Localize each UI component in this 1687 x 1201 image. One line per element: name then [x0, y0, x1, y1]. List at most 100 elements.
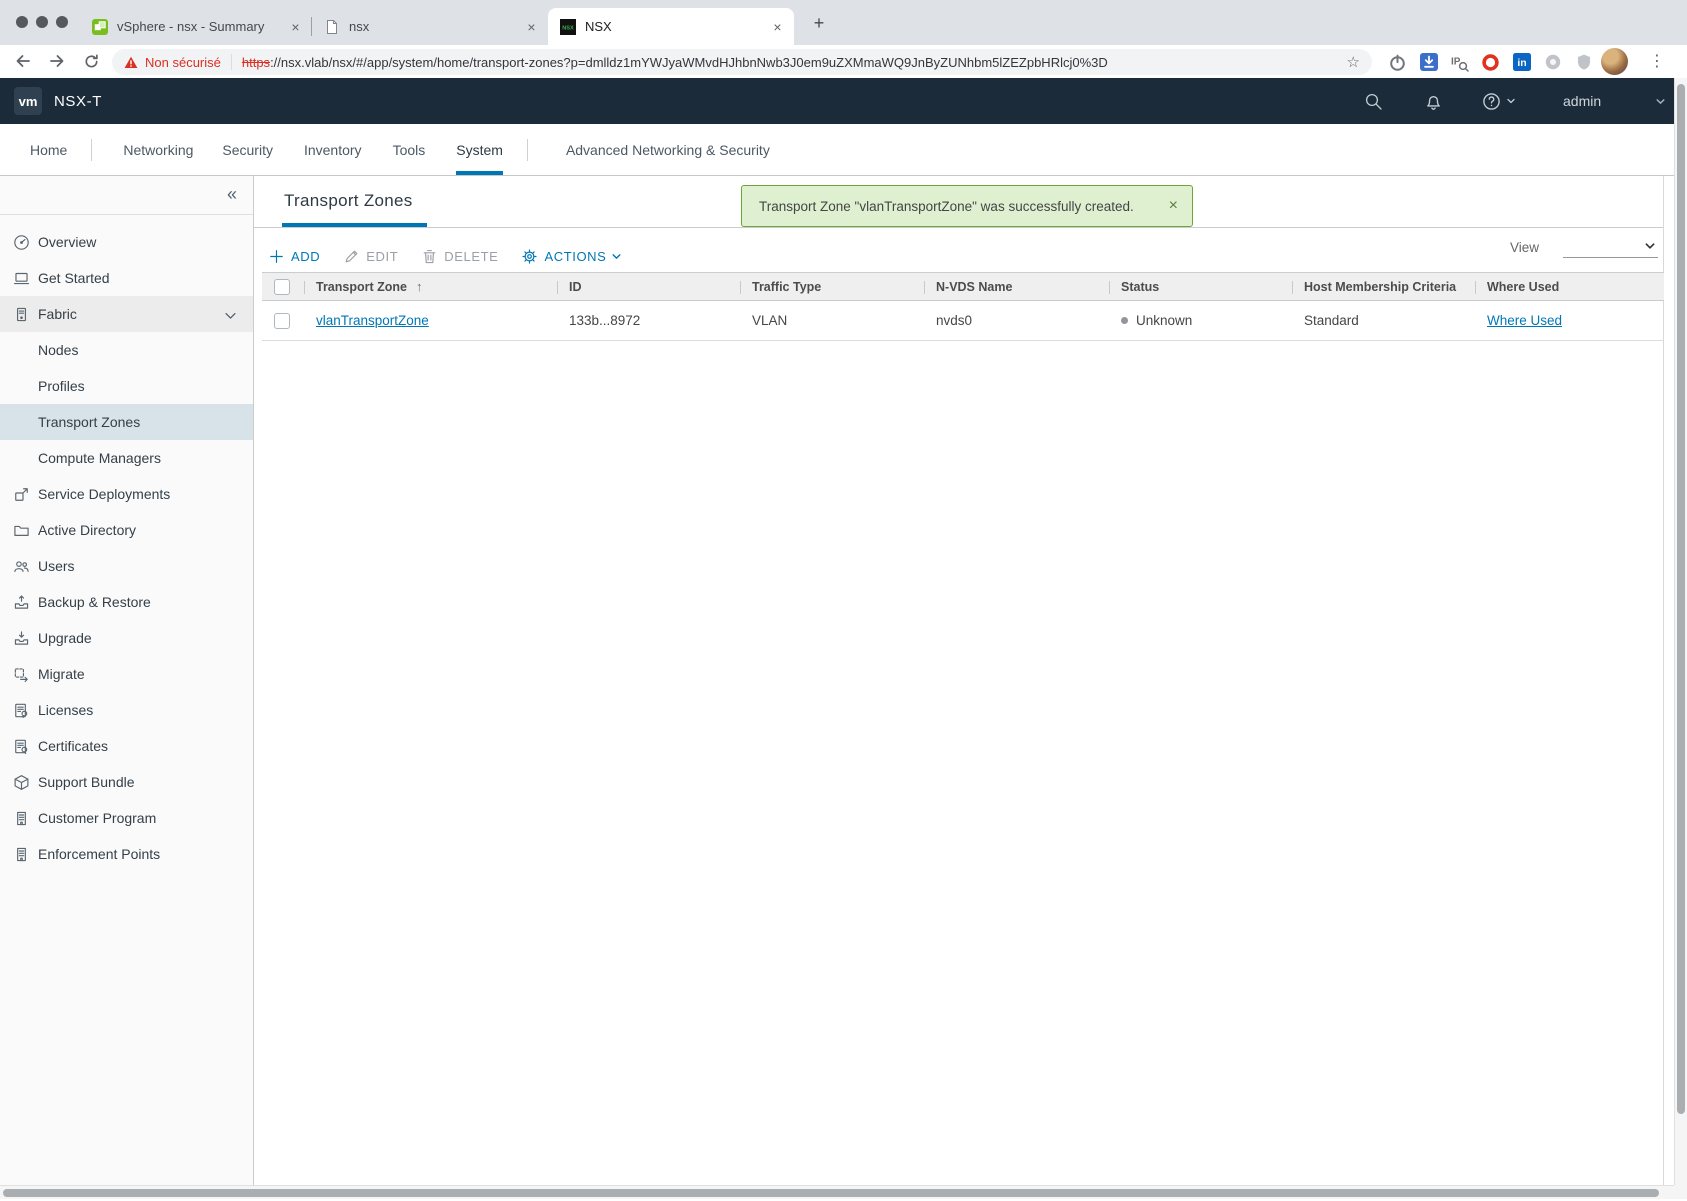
sidebar-item-licenses[interactable]: Licenses [0, 692, 253, 728]
browser-tab[interactable]: nsx× [312, 8, 548, 45]
minimize-button[interactable] [36, 16, 48, 28]
tab-close-icon[interactable]: × [523, 18, 540, 35]
tab-title: NSX [585, 19, 761, 34]
gray-circle-extension-icon[interactable] [1543, 53, 1562, 72]
nav-tab-system[interactable]: System [456, 124, 503, 175]
deployment-icon [13, 486, 30, 503]
forward-icon[interactable] [44, 48, 70, 74]
add-button[interactable]: ADD [268, 248, 320, 265]
column-header-transport-zone[interactable]: Transport Zone↑ [304, 273, 557, 300]
chevron-down-icon [611, 251, 622, 262]
sidebar-item-fabric[interactable]: Fabric [0, 296, 253, 332]
sidebar-item-certificates[interactable]: Certificates [0, 728, 253, 764]
toast-close-icon[interactable]: × [1169, 198, 1178, 214]
sidebar-item-transport-zones[interactable]: Transport Zones [0, 404, 253, 440]
where-used-link[interactable]: Where Used [1487, 313, 1562, 328]
license-icon [13, 702, 30, 719]
gray-shield-extension-icon[interactable] [1574, 53, 1593, 72]
address-bar[interactable]: Non sécurisé https ://nsx.vlab/nsx/#/app… [112, 49, 1372, 75]
nav-tab-networking[interactable]: Networking [123, 124, 193, 175]
help-icon[interactable] [1482, 78, 1516, 124]
cell-value: 133b...8972 [569, 313, 640, 328]
actions-button[interactable]: ACTIONS [521, 248, 622, 265]
table-header-row: Transport Zone↑IDTraffic TypeN-VDS Name S… [262, 272, 1664, 301]
sidebar-item-service-deployments[interactable]: Service Deployments [0, 476, 253, 512]
transport-zone-link[interactable]: vlanTransportZone [316, 313, 429, 328]
table-header-checkbox-cell [262, 273, 304, 300]
sidebar-item-label: Migrate [38, 666, 85, 682]
sidebar-item-upgrade[interactable]: Upgrade [0, 620, 253, 656]
power-extension-icon[interactable] [1388, 53, 1407, 72]
profile-avatar[interactable] [1601, 48, 1628, 75]
zoom-button[interactable] [56, 16, 68, 28]
sidebar-item-profiles[interactable]: Profiles [0, 368, 253, 404]
select-all-checkbox[interactable] [274, 279, 290, 295]
column-header-status[interactable]: Status [1109, 273, 1292, 300]
ip-lookup-extension-icon[interactable]: IP [1450, 53, 1469, 72]
security-warning-label[interactable]: Non sécurisé [145, 55, 221, 70]
close-button[interactable] [16, 16, 28, 28]
sidebar-item-backup-restore[interactable]: Backup & Restore [0, 584, 253, 620]
nav-tab-home[interactable]: Home [30, 124, 67, 175]
tab-close-icon[interactable]: × [287, 18, 304, 35]
browser-tab[interactable]: vSphere - nsx - Summary× [80, 8, 312, 45]
horizontal-scrollbar-thumb[interactable] [3, 1189, 1659, 1197]
chevron-down-icon [1644, 239, 1656, 257]
linkedin-extension-icon[interactable]: in [1512, 53, 1531, 72]
browser-tab-bar: vSphere - nsx - Summary×nsx× NSX NSX × + [0, 0, 1687, 45]
adblock-extension-icon[interactable] [1481, 53, 1500, 72]
cell-value: nvds0 [936, 313, 972, 328]
notifications-bell-icon[interactable] [1424, 78, 1443, 124]
nav-tab-security[interactable]: Security [222, 124, 273, 175]
browser-menu-icon[interactable]: ⋮ [1644, 48, 1670, 74]
column-header-n-vds-name[interactable]: N-VDS Name [924, 273, 1109, 300]
sidebar-item-migrate[interactable]: Migrate [0, 656, 253, 692]
page-title: Transport Zones [284, 191, 413, 211]
column-header-host-membership-criteria[interactable]: Host Membership Criteria [1292, 273, 1475, 300]
sidebar-item-get-started[interactable]: Get Started [0, 260, 253, 296]
back-icon[interactable] [10, 48, 36, 74]
download-extension-icon[interactable] [1419, 53, 1438, 72]
column-header-label: Transport Zone [316, 280, 407, 294]
reload-icon[interactable] [78, 48, 104, 74]
sidebar-item-compute-managers[interactable]: Compute Managers [0, 440, 253, 476]
edit-button[interactable]: EDIT [343, 248, 398, 265]
sidebar-item-active-directory[interactable]: Active Directory [0, 512, 253, 548]
sidebar-item-nodes[interactable]: Nodes [0, 332, 253, 368]
row-checkbox-cell [262, 313, 304, 329]
certificate-icon [13, 738, 30, 755]
svg-text:NSX: NSX [562, 25, 574, 31]
sidebar-item-support-bundle[interactable]: Support Bundle [0, 764, 253, 800]
sidebar-item-label: Customer Program [38, 810, 156, 826]
column-header-label: Status [1121, 280, 1159, 294]
vmware-logo: vm [14, 87, 42, 115]
sidebar-item-customer-program[interactable]: Customer Program [0, 800, 253, 836]
tab-close-icon[interactable]: × [769, 18, 786, 35]
search-icon[interactable] [1364, 78, 1383, 124]
url-text[interactable]: ://nsx.vlab/nsx/#/app/system/home/transp… [270, 55, 1336, 70]
new-tab-button[interactable]: + [806, 10, 832, 36]
chevron-down-icon[interactable] [222, 307, 239, 327]
column-header-traffic-type[interactable]: Traffic Type [740, 273, 924, 300]
user-menu[interactable]: admin [1563, 78, 1601, 124]
nav-tab-tools[interactable]: Tools [393, 124, 426, 175]
vertical-scrollbar[interactable] [1674, 78, 1687, 1185]
column-header-label: Where Used [1487, 280, 1559, 294]
nav-tab-inventory[interactable]: Inventory [304, 124, 362, 175]
row-checkbox[interactable] [274, 313, 290, 329]
browser-tab[interactable]: NSX NSX × [548, 8, 794, 45]
sidebar-item-users[interactable]: Users [0, 548, 253, 584]
nav-tab-advanced-networking-security[interactable]: Advanced Networking & Security [566, 124, 770, 175]
user-chevron-down-icon[interactable] [1655, 78, 1666, 124]
bookmark-icon[interactable]: ☆ [1347, 53, 1360, 71]
sidebar-item-enforcement-points[interactable]: Enforcement Points [0, 836, 253, 872]
column-header-id[interactable]: ID [557, 273, 740, 300]
vertical-scrollbar-thumb[interactable] [1677, 84, 1685, 1114]
column-header-where-used[interactable]: Where Used [1475, 273, 1664, 300]
delete-button[interactable]: DELETE [421, 248, 498, 265]
view-dropdown[interactable] [1563, 236, 1658, 258]
sidebar-collapse-button[interactable]: « [227, 185, 237, 203]
sidebar-item-overview[interactable]: Overview [0, 224, 253, 260]
url-scheme: https [242, 55, 270, 70]
horizontal-scrollbar[interactable] [0, 1185, 1674, 1199]
